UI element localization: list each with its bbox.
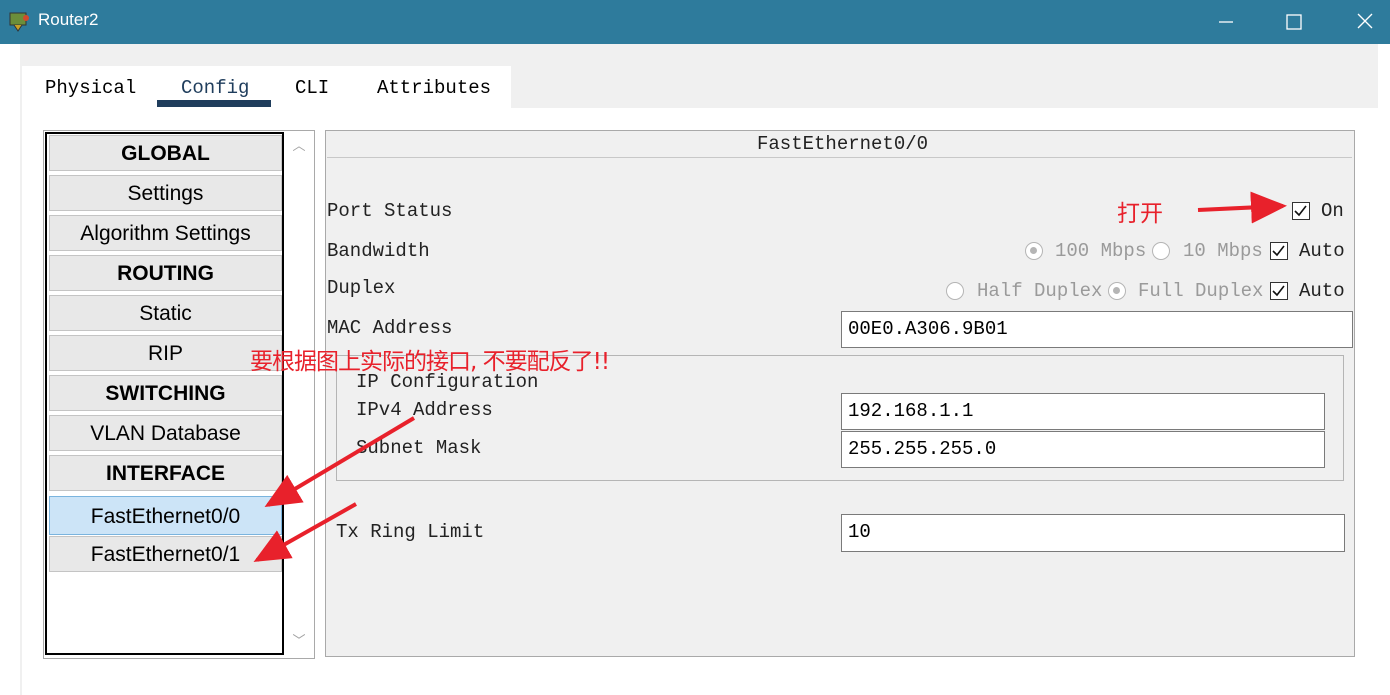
- bandwidth-100-label: 100 Mbps: [1055, 240, 1147, 262]
- sidebar-item-static[interactable]: Static: [49, 295, 282, 331]
- tab-cli[interactable]: CLI: [295, 77, 329, 99]
- close-icon[interactable]: [1350, 8, 1380, 36]
- sidebar-item-fastethernet0-1[interactable]: FastEthernet0/1: [49, 536, 282, 572]
- tx-ring-limit-label: Tx Ring Limit: [336, 521, 485, 543]
- subnet-mask-field[interactable]: 255.255.255.0: [841, 431, 1325, 468]
- active-tab-indicator: [157, 100, 271, 107]
- duplex-label: Duplex: [327, 277, 396, 299]
- ipv4-address-field[interactable]: 192.168.1.1: [841, 393, 1325, 430]
- port-status-on-label: On: [1321, 200, 1344, 222]
- subnet-mask-label: Subnet Mask: [356, 437, 482, 459]
- bandwidth-label: Bandwidth: [327, 240, 430, 262]
- sidebar-item-rip[interactable]: RIP: [49, 335, 282, 371]
- bandwidth-auto-label: Auto: [1299, 240, 1345, 262]
- tx-ring-limit-field[interactable]: 10: [841, 514, 1345, 552]
- sidebar-item-settings[interactable]: Settings: [49, 175, 282, 211]
- duplex-auto-checkbox[interactable]: [1270, 282, 1288, 300]
- half-duplex-radio[interactable]: [946, 282, 964, 300]
- port-status-label: Port Status: [327, 200, 453, 222]
- sidebar-header-routing: ROUTING: [49, 255, 282, 291]
- bandwidth-100-radio[interactable]: [1025, 242, 1043, 260]
- full-duplex-radio[interactable]: [1108, 282, 1126, 300]
- mac-address-field[interactable]: 00E0.A306.9B01: [841, 311, 1353, 348]
- interface-title: FastEthernet0/0: [757, 133, 929, 155]
- mac-address-label: MAC Address: [327, 317, 453, 339]
- duplex-auto-label: Auto: [1299, 280, 1345, 302]
- sidebar-scrollbar[interactable]: ︿ ﹀: [287, 132, 311, 655]
- maximize-icon[interactable]: [1279, 8, 1309, 36]
- full-duplex-label: Full Duplex: [1138, 280, 1264, 302]
- tab-physical[interactable]: Physical: [45, 77, 136, 99]
- window-title: Router2: [38, 10, 99, 29]
- annotation-warning: 要根据图上实际的接口, 不要配反了!!: [250, 349, 610, 375]
- sidebar-item-algorithm-settings[interactable]: Algorithm Settings: [49, 215, 282, 251]
- checkmark-icon: [1272, 245, 1285, 257]
- bandwidth-10-radio[interactable]: [1152, 242, 1170, 260]
- title-bar: Router2: [0, 0, 1390, 44]
- annotation-open: 打开: [1117, 201, 1163, 227]
- half-duplex-label: Half Duplex: [977, 280, 1103, 302]
- tab-config[interactable]: Config: [181, 77, 249, 99]
- title-divider: [327, 157, 1352, 158]
- minimize-icon[interactable]: [1211, 8, 1241, 36]
- port-status-checkbox[interactable]: [1292, 202, 1310, 220]
- scroll-down-icon[interactable]: ﹀: [292, 635, 306, 649]
- bandwidth-auto-checkbox[interactable]: [1270, 242, 1288, 260]
- router-app-icon: [9, 12, 29, 32]
- ipv4-address-label: IPv4 Address: [356, 399, 493, 421]
- sidebar-header-interface: INTERFACE: [49, 455, 282, 491]
- sidebar-item-fastethernet0-0[interactable]: FastEthernet0/0: [49, 496, 282, 535]
- scroll-up-icon[interactable]: ︿: [292, 140, 306, 154]
- sidebar-header-global: GLOBAL: [49, 135, 282, 171]
- checkmark-icon: [1294, 205, 1307, 217]
- bandwidth-10-label: 10 Mbps: [1183, 240, 1263, 262]
- sidebar-item-vlan-database[interactable]: VLAN Database: [49, 415, 282, 451]
- sidebar-header-switching: SWITCHING: [49, 375, 282, 411]
- tab-attributes[interactable]: Attributes: [377, 77, 491, 99]
- checkmark-icon: [1272, 285, 1285, 297]
